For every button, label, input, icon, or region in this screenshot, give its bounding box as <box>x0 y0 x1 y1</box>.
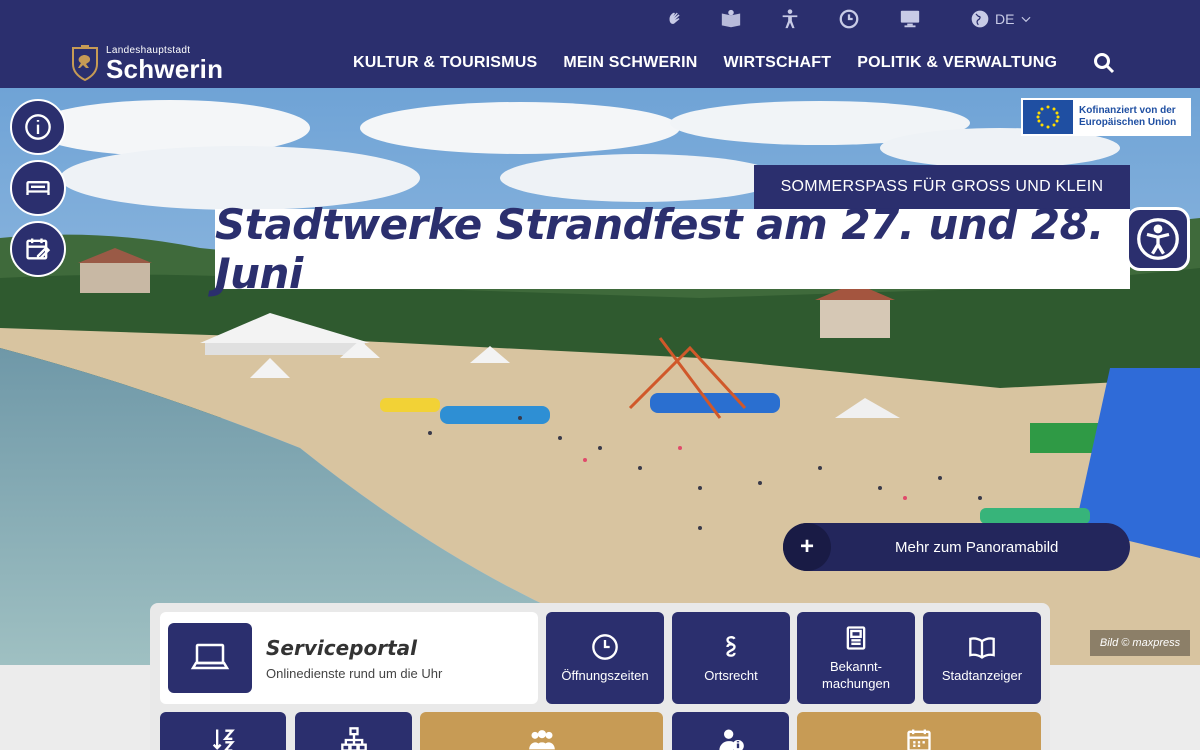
bed-icon <box>26 181 50 195</box>
main-navigation: Landeshauptstadt Schwerin KULTUR & TOURI… <box>0 38 1200 88</box>
tile-buergerbeteiligung[interactable] <box>420 712 663 750</box>
nav-wirtschaft[interactable]: WIRTSCHAFT <box>724 54 832 72</box>
monitor-icon[interactable] <box>899 8 921 30</box>
org-chart-icon <box>340 727 367 750</box>
people-icon <box>528 730 555 750</box>
language-selector[interactable]: DE <box>970 8 1033 30</box>
clock-icon <box>592 633 618 660</box>
site-logo[interactable]: Landeshauptstadt Schwerin <box>70 44 223 82</box>
nav-politik-verwaltung[interactable]: POLITIK & VERWALTUNG <box>857 54 1057 72</box>
calendar-icon <box>907 729 931 750</box>
tile-label: Ortsrecht <box>704 667 758 683</box>
calendar-edit-icon <box>26 238 51 260</box>
serviceportal-card[interactable]: Serviceportal Onlinedienste rund um die … <box>160 612 538 704</box>
book-icon <box>969 636 995 659</box>
tile-organisation[interactable] <box>295 712 412 750</box>
laptop-icon <box>168 623 252 693</box>
primary-nav: KULTUR & TOURISMUS MEIN SCHWERIN WIRTSCH… <box>340 38 1070 88</box>
clock-icon[interactable] <box>838 8 860 30</box>
eu-flag-icon <box>1023 100 1073 134</box>
eu-cofunding-badge: Kofinanziert von der Europäischen Union <box>1021 98 1191 136</box>
accessibility-person-icon[interactable] <box>779 8 801 30</box>
info-button[interactable] <box>10 99 66 155</box>
hero-headline[interactable]: Stadtwerke Strandfest am 27. und 28. Jun… <box>215 200 1130 298</box>
tile-label: Bekannt- machungen <box>822 659 890 691</box>
city-crest-icon <box>72 45 98 82</box>
eu-badge-text: Kofinanziert von der Europäischen Union <box>1079 105 1177 128</box>
easy-read-icon[interactable] <box>720 8 742 30</box>
info-icon <box>25 114 51 140</box>
newspaper-icon <box>846 626 866 650</box>
sign-language-icon[interactable] <box>664 8 686 30</box>
tile-stadtanzeiger[interactable]: Stadtanzeiger <box>923 612 1041 704</box>
nav-kultur-tourismus[interactable]: KULTUR & TOURISMUS <box>353 54 537 72</box>
globe-icon <box>971 10 989 28</box>
panorama-more-button[interactable]: + Mehr zum Panoramabild <box>783 523 1130 571</box>
accommodation-button[interactable] <box>10 160 66 216</box>
hero-headline-text: Stadtwerke Strandfest am 27. und 28. Jun… <box>215 200 1104 298</box>
person-info-icon <box>718 729 744 750</box>
accessibility-icon <box>1137 218 1179 260</box>
utility-bar: DE <box>0 0 1200 38</box>
plus-icon: + <box>783 523 831 571</box>
tile-label: Öffnungszeiten <box>561 667 649 683</box>
tile-label: Stadtanzeiger <box>941 667 1023 683</box>
language-label: DE <box>995 11 1015 27</box>
logo-title: Schwerin <box>106 53 224 84</box>
image-credit: Bild © maxpress <box>1090 630 1190 656</box>
events-calendar-button[interactable] <box>10 221 66 277</box>
tile-ortsrecht[interactable]: Ortsrecht <box>672 612 790 704</box>
sort-az-icon <box>212 729 235 750</box>
tile-ansprechpartner[interactable] <box>672 712 789 750</box>
nav-mein-schwerin[interactable]: MEIN SCHWERIN <box>563 54 697 72</box>
tile-veranstaltungen[interactable] <box>797 712 1041 750</box>
serviceportal-title: Serviceportal <box>266 635 417 660</box>
tile-bekanntmachungen[interactable]: Bekannt- machungen <box>797 612 915 704</box>
tile-oeffnungszeiten[interactable]: Öffnungszeiten <box>546 612 664 704</box>
chevron-down-icon <box>1021 16 1031 23</box>
paragraph-icon <box>726 635 736 657</box>
serviceportal-subtitle: Onlinedienste rund um die Uhr <box>266 665 443 681</box>
accessibility-button[interactable] <box>1126 207 1190 271</box>
panorama-more-label: Mehr zum Panoramabild <box>895 538 1059 556</box>
search-icon[interactable] <box>1092 51 1116 75</box>
tile-a-z[interactable] <box>160 712 286 750</box>
